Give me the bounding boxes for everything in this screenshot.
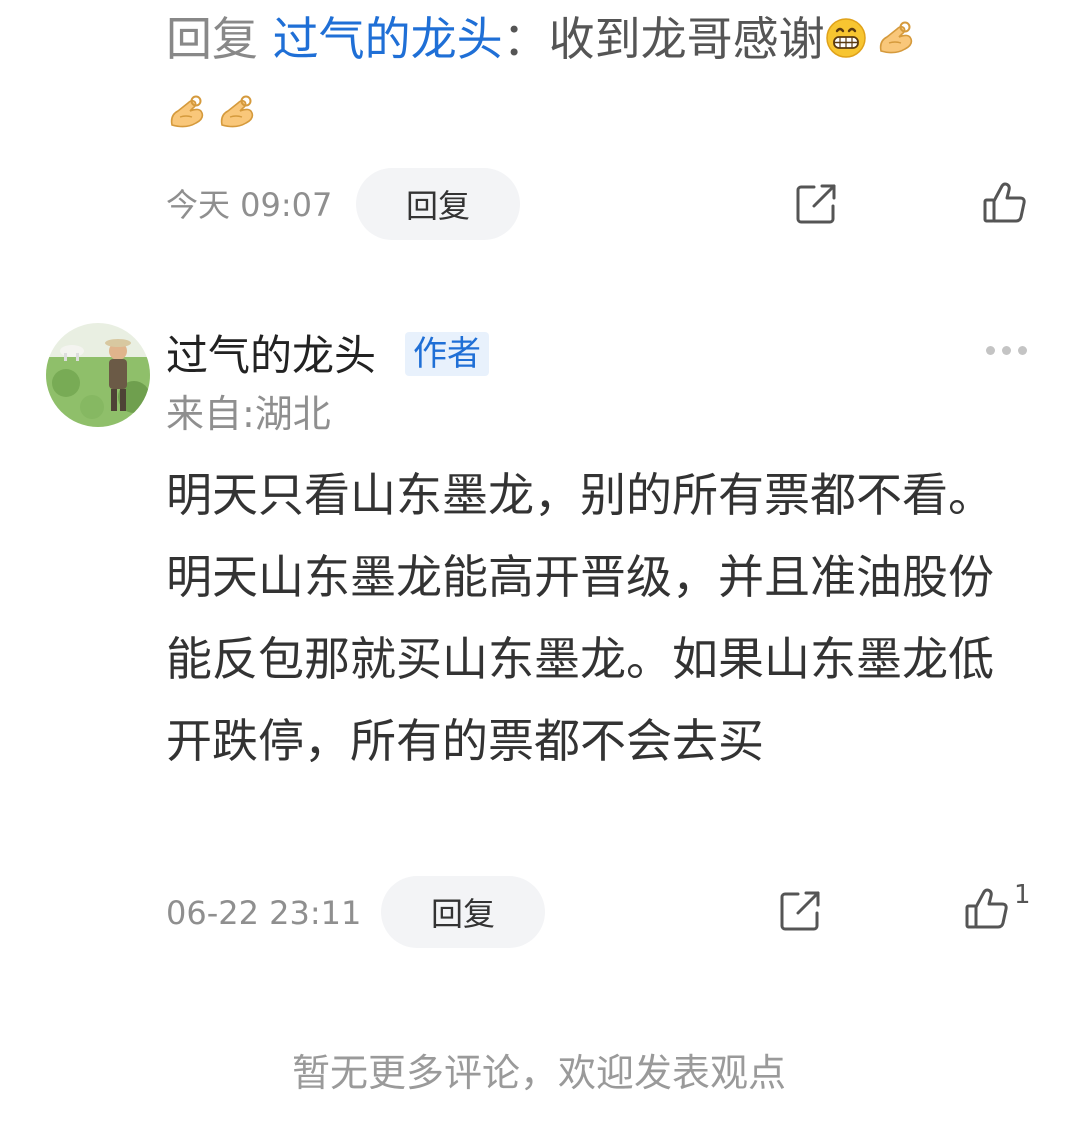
author-badge: 作者 xyxy=(405,332,489,376)
more-dot xyxy=(986,346,995,355)
ok-hand-emoji xyxy=(166,91,208,133)
ok-hand-emoji xyxy=(875,17,917,59)
avatar[interactable] xyxy=(46,323,150,427)
comment-timestamp: 06-22 23:11 xyxy=(166,894,362,932)
reply-text: 收到龙哥感谢 xyxy=(548,12,825,66)
thumbs-up-icon[interactable] xyxy=(982,180,1028,226)
more-dot xyxy=(1018,346,1027,355)
thumbs-up-icon[interactable] xyxy=(964,886,1010,932)
share-icon[interactable] xyxy=(794,182,838,226)
ok-hand-emoji xyxy=(216,91,258,133)
no-more-comments-note: 暂无更多评论，欢迎发表观点 xyxy=(291,1051,786,1095)
comment-reply-button[interactable]: 回复 xyxy=(381,876,545,948)
reply-prefix: 回复 xyxy=(166,12,258,66)
reply-content: 回复 过气的龙头：收到龙哥感谢 xyxy=(166,2,1026,150)
reply-timestamp: 今天 09:07 xyxy=(166,186,333,224)
reply-separator: ： xyxy=(502,12,549,66)
reply-target-user-link[interactable]: 过气的龙头 xyxy=(273,12,503,66)
more-dot xyxy=(1002,346,1011,355)
comment-username[interactable]: 过气的龙头 xyxy=(166,330,376,382)
like-count: 1 xyxy=(1014,880,1031,910)
comment-body: 明天只看山东墨龙，别的所有票都不看。明天山东墨龙能高开晋级，并且准油股份能反包那… xyxy=(166,468,994,768)
comment-location: 来自:湖北 xyxy=(166,392,331,436)
share-icon[interactable] xyxy=(778,889,822,933)
more-dots-icon[interactable] xyxy=(986,346,1027,355)
reply-button[interactable]: 回复 xyxy=(356,168,520,240)
grin-emoji xyxy=(825,17,867,59)
